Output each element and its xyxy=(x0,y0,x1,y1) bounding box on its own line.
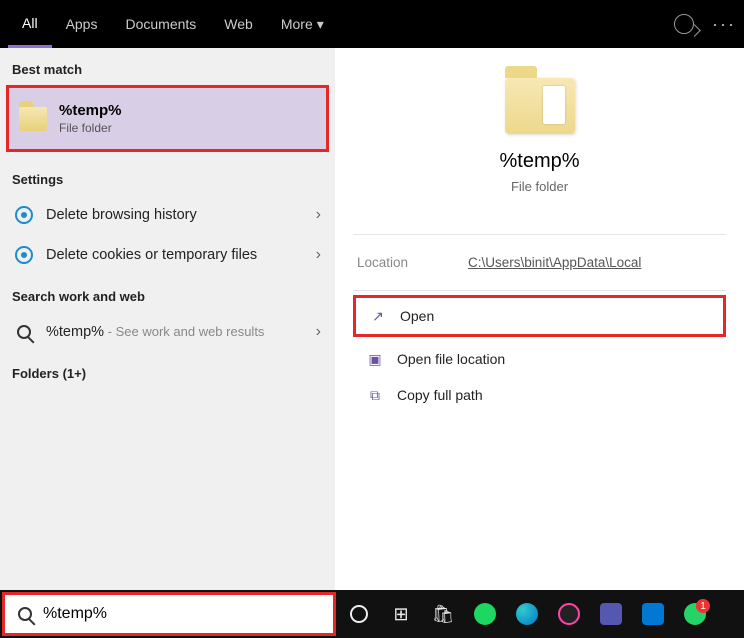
search-work-web-label: Search work and web xyxy=(0,275,335,312)
web-result-suffix: - See work and web results xyxy=(104,324,264,339)
store-icon[interactable]: 🛍 xyxy=(426,597,460,631)
tab-web[interactable]: Web xyxy=(210,0,267,48)
chevron-down-icon: ▾ xyxy=(317,16,324,33)
location-label: Location xyxy=(357,255,408,270)
taskbar: ⊞ 🛍 1 xyxy=(0,590,744,638)
search-results-main: Best match %temp% File folder Settings D… xyxy=(0,48,744,590)
spotify-icon[interactable] xyxy=(468,597,502,631)
chevron-right-icon: › xyxy=(316,323,321,341)
action-open[interactable]: ↗ Open xyxy=(353,295,726,337)
best-match-item[interactable]: %temp% File folder xyxy=(6,85,329,152)
setting-label: Delete cookies or temporary files xyxy=(46,247,257,263)
more-options-icon[interactable]: ··· xyxy=(712,14,736,35)
preview-subtitle: File folder xyxy=(353,179,726,194)
paint-icon[interactable] xyxy=(552,597,586,631)
teams-icon[interactable] xyxy=(594,597,628,631)
best-match-subtitle: File folder xyxy=(59,121,122,135)
preview-pane: %temp% File folder Location C:\Users\bin… xyxy=(335,48,744,590)
preview-title: %temp% xyxy=(353,150,726,173)
tab-apps[interactable]: Apps xyxy=(52,0,112,48)
whatsapp-icon[interactable]: 1 xyxy=(678,597,712,631)
task-view-icon[interactable]: ⊞ xyxy=(384,597,418,631)
gear-icon xyxy=(14,245,34,265)
folder-icon xyxy=(505,78,575,134)
best-match-label: Best match xyxy=(0,48,335,85)
web-result-item[interactable]: %temp% - See work and web results › xyxy=(0,312,335,352)
edge-icon[interactable] xyxy=(510,597,544,631)
folders-label: Folders (1+) xyxy=(0,352,335,389)
results-left-pane: Best match %temp% File folder Settings D… xyxy=(0,48,335,590)
action-label: Open xyxy=(400,308,434,324)
outlook-icon[interactable] xyxy=(636,597,670,631)
tab-more-label: More xyxy=(281,16,313,32)
setting-delete-history[interactable]: Delete browsing history › xyxy=(0,195,335,235)
search-icon xyxy=(14,322,34,342)
copy-icon: ⧉ xyxy=(367,387,383,403)
open-icon: ↗ xyxy=(370,308,386,324)
location-value[interactable]: C:\Users\binit\AppData\Local xyxy=(468,255,641,270)
setting-delete-cookies[interactable]: Delete cookies or temporary files › xyxy=(0,235,335,275)
gear-icon xyxy=(14,205,34,225)
notification-badge: 1 xyxy=(696,599,710,613)
tab-more[interactable]: More ▾ xyxy=(267,0,338,48)
folder-icon xyxy=(19,107,47,131)
divider xyxy=(353,290,726,291)
action-label: Open file location xyxy=(397,351,505,367)
tab-all[interactable]: All xyxy=(8,0,52,48)
account-icon[interactable] xyxy=(674,14,694,34)
setting-label: Delete browsing history xyxy=(46,207,197,223)
chevron-right-icon: › xyxy=(316,206,321,224)
best-match-title: %temp% xyxy=(59,102,122,119)
search-icon xyxy=(15,604,35,624)
search-input[interactable] xyxy=(43,605,323,623)
action-label: Copy full path xyxy=(397,387,483,403)
tab-documents[interactable]: Documents xyxy=(111,0,210,48)
folder-open-icon: ▣ xyxy=(367,351,383,367)
search-filter-tabbar: All Apps Documents Web More ▾ ··· xyxy=(0,0,744,48)
web-result-term: %temp% xyxy=(46,324,104,340)
chevron-right-icon: › xyxy=(316,246,321,264)
action-open-location[interactable]: ▣ Open file location xyxy=(353,341,726,377)
cortana-icon[interactable] xyxy=(342,597,376,631)
action-copy-path[interactable]: ⧉ Copy full path xyxy=(353,377,726,413)
settings-label: Settings xyxy=(0,158,335,195)
taskbar-search[interactable] xyxy=(2,592,336,636)
